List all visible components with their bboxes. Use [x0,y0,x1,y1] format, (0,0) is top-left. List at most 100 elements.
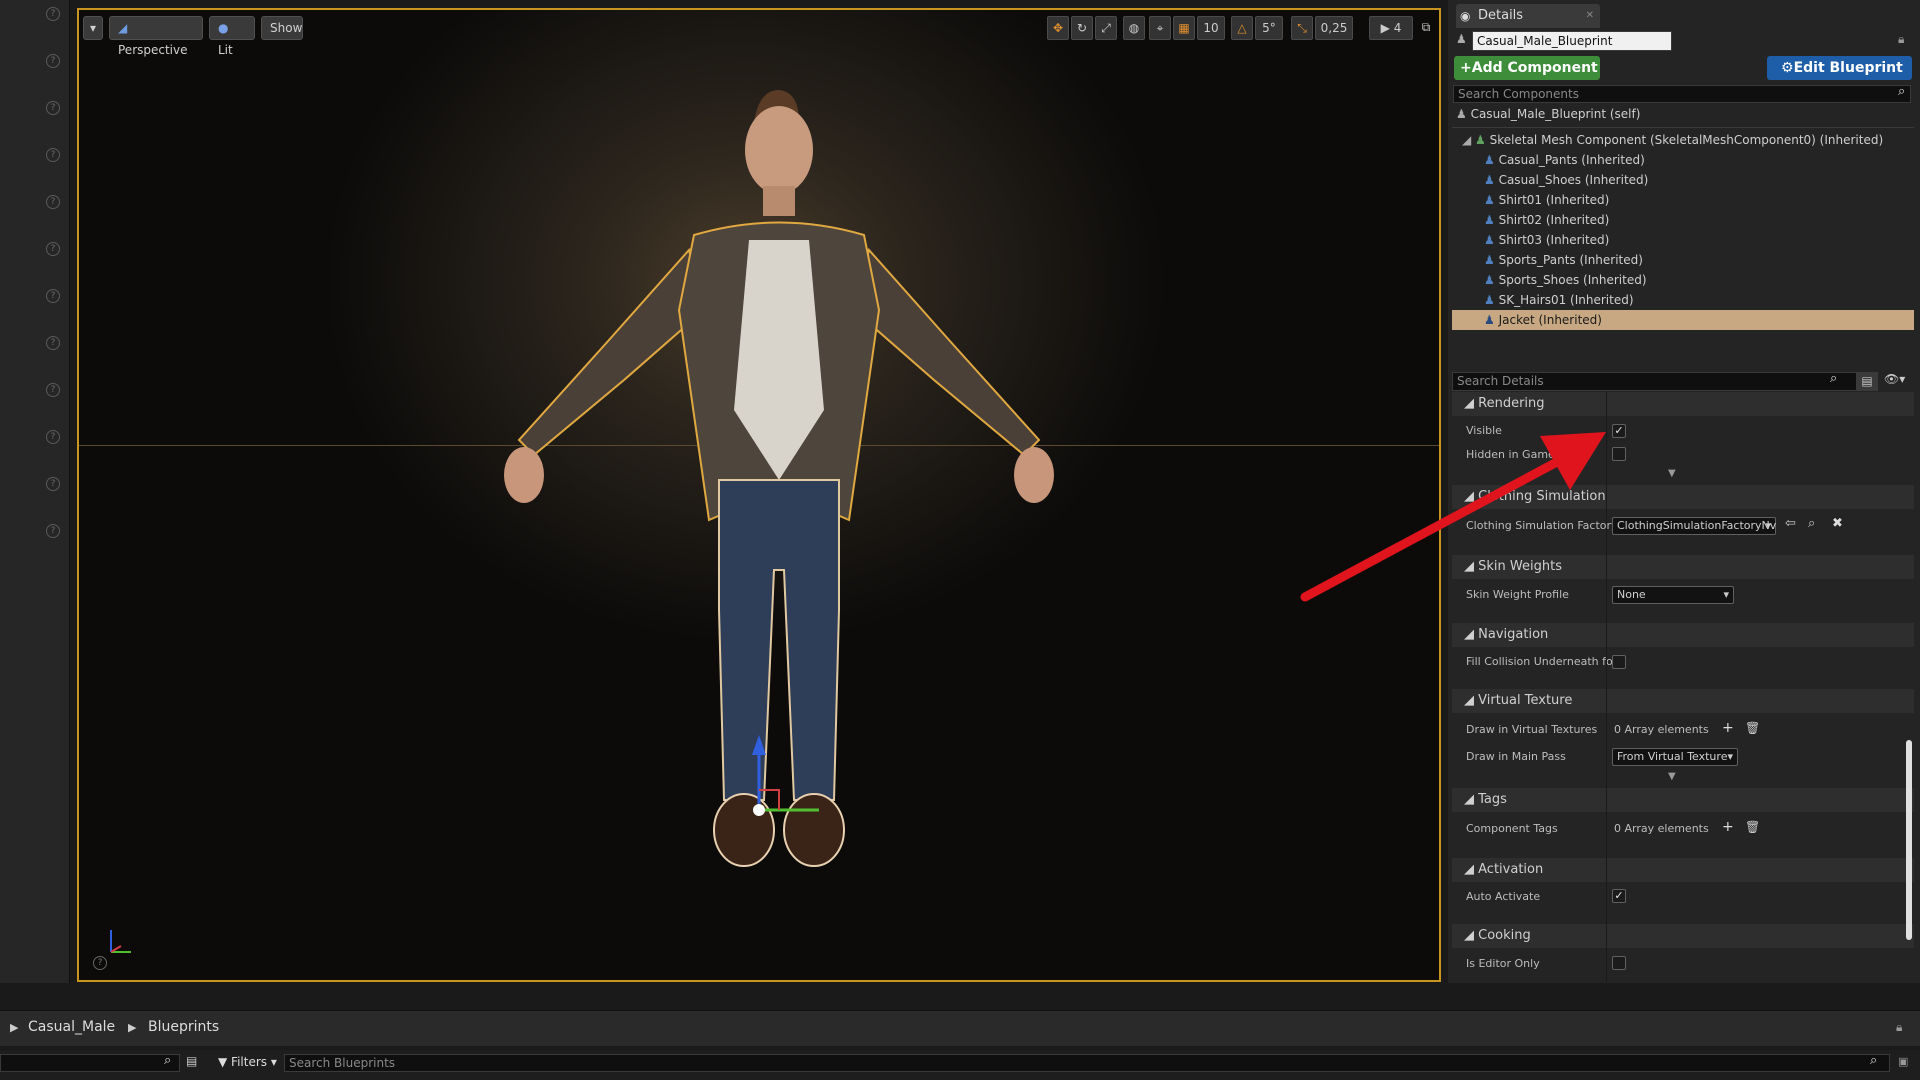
level-viewport[interactable]: ▾ ◢ Perspective ● Lit Show ✥ ↻ ⤢ ◍ ⌖ ▦ 1… [77,8,1441,982]
add-element-plus-icon[interactable]: + [1722,720,1734,736]
close-tab-icon[interactable]: ✕ [1586,4,1594,28]
help-icon[interactable]: ? [46,195,60,209]
edit-blueprint-button[interactable]: ⚙Edit Blueprint ▾ [1767,56,1912,100]
left-toolbar-gutter: ? ? ? ? ? ? ? ? ? ? ? ? [0,0,70,983]
expand-arrow-icon[interactable]: ◢ [1462,133,1475,147]
category-virtual-texture[interactable]: ◢ Virtual Texture [1452,689,1914,713]
tree-item[interactable]: ♟ Shirt03 (Inherited) [1484,230,1609,250]
property-matrix-icon[interactable]: ▤ [1856,372,1878,391]
help-icon[interactable]: ? [46,289,60,303]
help-icon[interactable]: ? [46,383,60,397]
property-label: Is Editor Only [1466,957,1540,970]
help-icon[interactable]: ? [46,336,60,350]
search-details-input[interactable]: Search Details [1452,372,1872,391]
advanced-expand-icon[interactable]: ▼ [1668,468,1676,479]
visible-checkbox[interactable]: ✓ [1612,424,1626,438]
skeletal-mesh-icon: ♟ [1484,193,1499,207]
clear-x-icon[interactable]: ✖ [1832,516,1843,531]
tree-item[interactable]: ♟ Shirt01 (Inherited) [1484,190,1609,210]
filters-button[interactable]: ▼ Filters ▾ [218,1055,277,1069]
skeletal-mesh-icon: ♟ [1475,133,1490,147]
tree-item[interactable]: ♟ Shirt02 (Inherited) [1484,210,1609,230]
skin-weight-profile-dropdown[interactable]: None [1612,586,1734,604]
help-icon[interactable]: ? [46,524,60,538]
details-scrollbar[interactable] [1906,740,1912,940]
help-icon[interactable]: ? [46,148,60,162]
browse-search-icon[interactable]: ⌕ [1808,516,1815,531]
tree-item[interactable]: ♟ SK_Hairs01 (Inherited) [1484,290,1634,310]
auto-activate-checkbox[interactable]: ✓ [1612,889,1626,903]
help-icon[interactable]: ? [46,242,60,256]
help-icon[interactable]: ? [46,101,60,115]
advanced-expand-icon[interactable]: ▼ [1668,771,1676,782]
collapse-arrow-icon: ◢ [1464,627,1479,642]
property-label: Draw in Main Pass [1466,750,1566,763]
tree-item[interactable]: ♟ Casual_Shoes (Inherited) [1484,170,1648,190]
skeletal-mesh-icon: ♟ [1484,213,1499,227]
search-icon[interactable]: ⌕ [1830,371,1837,386]
draw-in-main-pass-dropdown[interactable]: From Virtual Texture [1612,748,1738,766]
search-components-input[interactable]: Search Components [1453,85,1911,103]
property-label: Visible [1466,424,1502,437]
category-activation[interactable]: ◢ Activation [1452,858,1914,882]
array-count: 0 Array elements [1614,723,1709,736]
fill-collision-checkbox[interactable] [1612,655,1626,669]
category-clothing-simulation[interactable]: ◢ Clothing Simulation [1452,485,1914,509]
tree-item-skeletal-mesh[interactable]: ◢ ♟ Skeletal Mesh Component (SkeletalMes… [1462,130,1883,150]
property-label: Fill Collision Underneath for [1466,655,1618,668]
collapse-arrow-icon: ◢ [1464,792,1479,807]
search-icon[interactable]: ⌕ [1898,84,1905,99]
actor-icon: ♟ [1456,32,1467,46]
search-icon[interactable]: ⌕ [1870,1053,1877,1068]
use-selected-arrow-icon[interactable]: ⇦ [1785,516,1796,531]
add-element-plus-icon[interactable]: + [1722,819,1734,835]
delete-trash-icon[interactable]: 🗑︎ [1745,721,1760,735]
array-count: 0 Array elements [1614,822,1709,835]
collapse-arrow-icon: ◢ [1464,396,1479,411]
property-label: Draw in Virtual Textures [1466,723,1598,736]
lock-icon[interactable]: 🔒︎ [1898,32,1904,47]
property-label: Clothing Simulation Factory [1466,519,1618,532]
viewport-help-icon[interactable]: ? [93,956,107,970]
save-search-icon[interactable]: ▣ [1898,1055,1908,1068]
help-icon[interactable]: ? [46,7,60,21]
help-icon[interactable]: ? [46,477,60,491]
help-icon[interactable]: ? [46,430,60,444]
tab-details[interactable]: ◉ Details ✕ [1456,4,1600,28]
tree-item[interactable]: ♟ Sports_Shoes (Inherited) [1484,270,1647,290]
tree-item-selected[interactable]: ♟ Jacket (Inherited) [1452,310,1914,330]
collapse-arrow-icon: ◢ [1464,693,1479,708]
breadcrumb-separator-icon[interactable]: ▶ [128,1021,136,1034]
transform-gizmo[interactable] [79,10,1441,982]
is-editor-only-checkbox[interactable] [1612,956,1626,970]
search-icon[interactable]: ⌕ [164,1053,171,1068]
category-skin-weights[interactable]: ◢ Skin Weights [1452,555,1914,579]
actor-name-field[interactable]: Casual_Male_Blueprint [1472,31,1672,51]
view-options-eye-icon[interactable]: 👁︎▾ [1884,372,1905,386]
category-navigation[interactable]: ◢ Navigation [1452,623,1914,647]
tree-item[interactable]: ♟ Casual_Pants (Inherited) [1484,150,1645,170]
category-cooking[interactable]: ◢ Cooking [1452,924,1914,948]
gear-icon: ⚙ [1781,60,1794,76]
hidden-in-game-checkbox[interactable] [1612,447,1626,461]
category-rendering[interactable]: ◢ Rendering [1452,392,1914,416]
breadcrumb-blueprints[interactable]: Blueprints [148,1019,219,1035]
tree-self-item[interactable]: ♟ Casual_Male_Blueprint (self) [1456,104,1640,124]
category-tags[interactable]: ◢ Tags [1452,788,1914,812]
breadcrumb-casual-male[interactable]: Casual_Male [28,1019,115,1035]
property-label: Component Tags [1466,822,1558,835]
search-blueprints-input[interactable]: Search Blueprints [284,1054,1890,1072]
clothing-factory-dropdown[interactable]: ClothingSimulationFactoryNv [1612,517,1776,535]
sources-search-input[interactable] [0,1054,180,1072]
tree-item[interactable]: ♟ Sports_Pants (Inherited) [1484,250,1643,270]
path-arrow-icon[interactable]: ▶ [10,1021,18,1034]
help-icon[interactable]: ? [46,54,60,68]
property-label: Hidden in Game [1466,448,1555,461]
add-component-button[interactable]: +Add Component ▾ [1454,56,1600,100]
lock-icon[interactable]: 🔒︎ [1896,1020,1902,1035]
content-browser-search-bar: ⌕ ▤ ▼ Filters ▾ Search Blueprints ⌕ ▣ [0,1050,1920,1080]
list-icon[interactable]: ▤ [186,1054,197,1068]
delete-trash-icon[interactable]: 🗑︎ [1745,820,1760,834]
skeletal-mesh-icon: ♟ [1484,153,1499,167]
details-icon: ◉ [1460,9,1471,23]
